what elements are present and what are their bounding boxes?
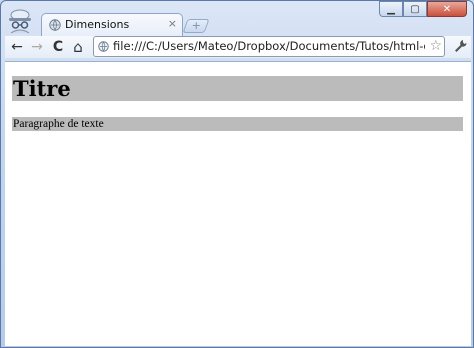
toolbar: ← → C ⌂ file:///C:/Users/Mateo/Dropbox/D… [5,36,471,58]
tab-dimensions[interactable]: Dimensions × [41,13,183,37]
globe-icon [98,41,109,52]
forward-icon[interactable]: → [29,38,45,56]
page-viewport: Titre Paragraphe de texte [5,61,471,346]
url-text: file:///C:/Users/Mateo/Dropbox/Documents… [113,39,425,53]
new-tab-button[interactable]: + [182,19,210,33]
star-icon[interactable]: ☆ [429,37,442,56]
browser-window: Dimensions × + ▁ ▢ ✕ ← → C ⌂ file:///C:/… [0,0,474,348]
address-bar[interactable]: file:///C:/Users/Mateo/Dropbox/Documents… [93,36,445,57]
incognito-icon [9,9,31,34]
tab-close-icon[interactable]: × [168,17,177,30]
maximize-button[interactable]: ▢ [403,1,427,17]
minimize-button[interactable]: ▁ [379,1,403,17]
back-icon[interactable]: ← [9,38,25,56]
reload-icon[interactable]: C [50,38,66,56]
wrench-icon[interactable] [452,38,468,54]
window-controls: ▁ ▢ ✕ [379,1,467,18]
close-button[interactable]: ✕ [427,1,467,17]
tab-title: Dimensions [65,18,130,31]
page-paragraph: Paragraphe de texte [12,117,463,131]
plus-icon: + [191,19,201,32]
globe-icon [49,19,61,31]
page-heading: Titre [12,76,463,101]
home-icon[interactable]: ⌂ [70,38,86,56]
